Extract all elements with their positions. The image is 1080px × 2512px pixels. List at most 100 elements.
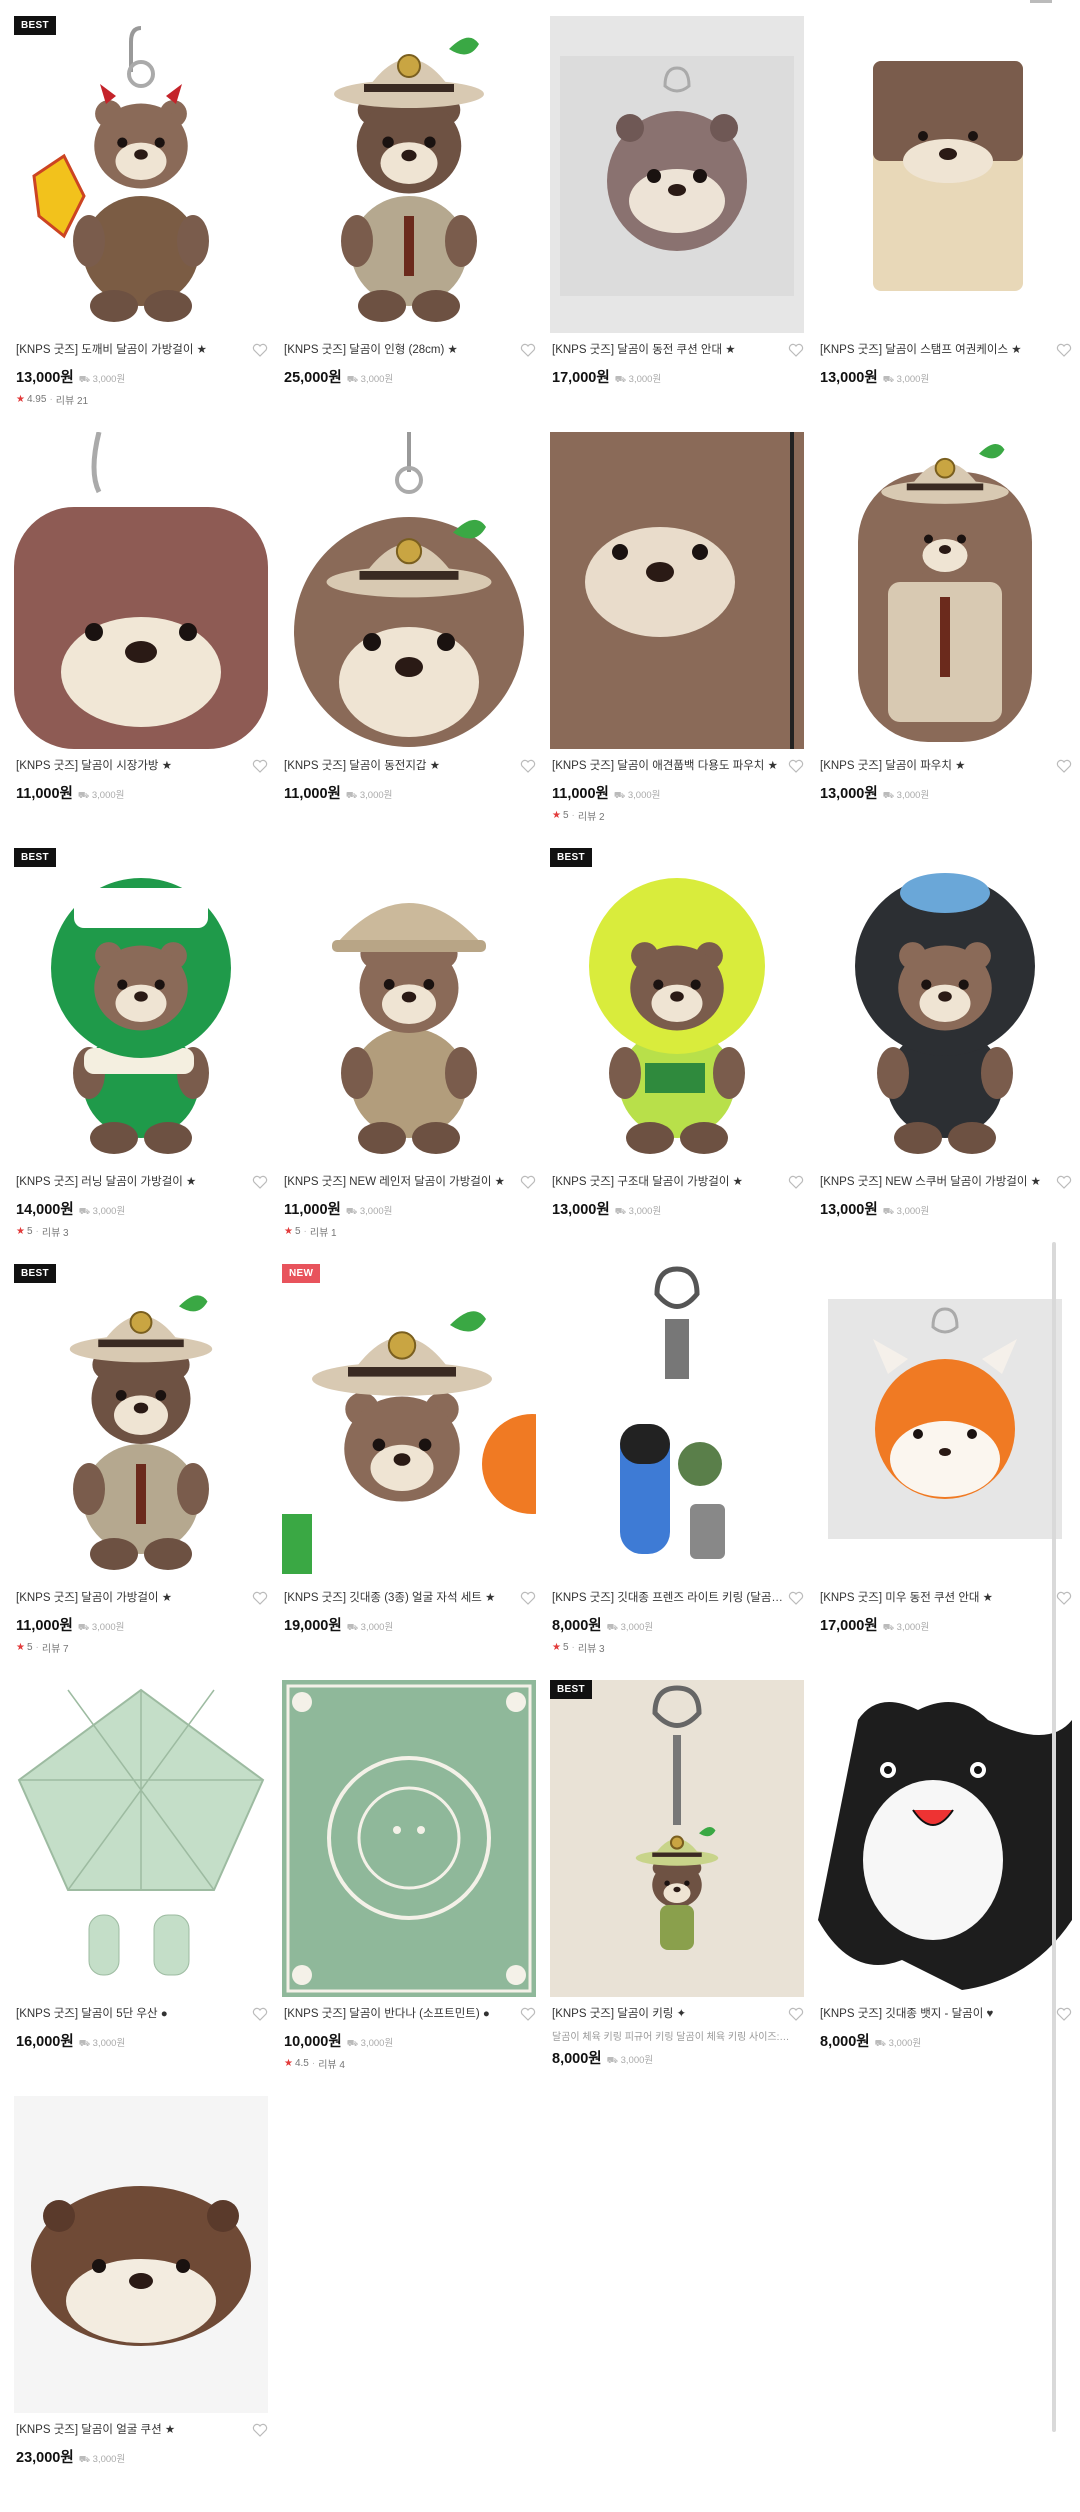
product-name[interactable]: [KNPS 굿즈] 러닝 달곰이 가방걸이 ★ xyxy=(16,1175,248,1189)
product-card[interactable]: [KNPS 굿즈] 미우 동전 쿠션 안대 ★ 17,000원 ⛟ 3,000원 xyxy=(818,1264,1072,1680)
product-name[interactable]: [KNPS 굿즈] 달곰이 스탬프 여권케이스 ★ xyxy=(820,343,1052,357)
heart-outline-icon[interactable] xyxy=(248,1591,268,1610)
heart-outline-icon[interactable] xyxy=(784,759,804,778)
product-image[interactable]: BEST xyxy=(14,848,268,1165)
product-price: 17,000원 xyxy=(552,370,610,386)
product-name[interactable]: [KNPS 굿즈] 미우 동전 쿠션 안대 ★ xyxy=(820,1591,1052,1605)
product-image[interactable]: BEST xyxy=(550,1680,804,1997)
product-badge: BEST xyxy=(550,848,592,867)
product-name[interactable]: [KNPS 굿즈] 달곰이 얼굴 쿠션 ★ xyxy=(16,2423,248,2437)
product-image[interactable] xyxy=(14,2096,268,2413)
rating-value: 5 xyxy=(562,810,569,821)
product-image[interactable] xyxy=(550,432,804,749)
product-card[interactable]: NEW [KNPS 굿즈] 깃대종 (3종) 얼굴 자석 세트 ★ 19,000… xyxy=(282,1264,536,1680)
heart-outline-icon[interactable] xyxy=(1052,759,1072,778)
product-name[interactable]: [KNPS 굿즈] 달곰이 시장가방 ★ xyxy=(16,759,248,773)
heart-outline-icon[interactable] xyxy=(784,2007,804,2026)
heart-outline-icon[interactable] xyxy=(784,343,804,362)
page-scrollbar[interactable] xyxy=(1052,1242,1056,2432)
product-name[interactable]: [KNPS 굿즈] 깃대종 뱃지 - 달곰이 ♥ xyxy=(820,2007,1052,2021)
product-name[interactable]: [KNPS 굿즈] NEW 레인저 달곰이 가방걸이 ★ xyxy=(284,1175,516,1189)
product-image[interactable]: BEST xyxy=(14,16,268,333)
product-name[interactable]: [KNPS 굿즈] 달곰이 인형 (28cm) ★ xyxy=(284,343,516,357)
product-image[interactable] xyxy=(282,16,536,333)
product-name[interactable]: [KNPS 굿즈] 달곰이 동전 쿠션 안대 ★ xyxy=(552,343,784,357)
product-name[interactable]: [KNPS 굿즈] 달곰이 반다나 (소프트민트) ● xyxy=(284,2007,516,2021)
product-image[interactable] xyxy=(282,848,536,1165)
product-name[interactable]: [KNPS 굿즈] 도깨비 달곰이 가방걸이 ★ xyxy=(16,343,248,357)
rating-value: 4.95 xyxy=(26,394,47,405)
product-price: 14,000원 xyxy=(16,1202,74,1218)
rating-separator: · xyxy=(49,394,53,405)
review-count: 리뷰 7 xyxy=(41,1644,69,1655)
product-card[interactable]: [KNPS 굿즈] NEW 레인저 달곰이 가방걸이 ★ 11,000원 ⛟ 3… xyxy=(282,848,536,1264)
product-card[interactable]: [KNPS 굿즈] 달곰이 파우치 ★ 13,000원 ⛟ 3,000원 xyxy=(818,432,1072,848)
heart-outline-icon[interactable] xyxy=(516,343,536,362)
star-filled-icon: ★ xyxy=(16,394,25,405)
heart-outline-icon[interactable] xyxy=(1052,343,1072,362)
product-card[interactable]: [KNPS 굿즈] 달곰이 스탬프 여권케이스 ★ 13,000원 ⛟ 3,00… xyxy=(818,16,1072,432)
heart-outline-icon[interactable] xyxy=(248,1175,268,1194)
product-image[interactable] xyxy=(818,432,1072,749)
product-card[interactable]: [KNPS 굿즈] 달곰이 애견풉백 다용도 파우치 ★ 11,000원 ⛟ 3… xyxy=(550,432,804,848)
product-card[interactable]: [KNPS 굿즈] 달곰이 인형 (28cm) ★ 25,000원 ⛟ 3,00… xyxy=(282,16,536,432)
product-image[interactable] xyxy=(550,16,804,333)
truck-icon: ⛟ xyxy=(77,790,90,800)
shipping-fee: ⛟ 3,000원 xyxy=(346,1622,394,1633)
review-count: 리뷰 2 xyxy=(577,812,605,823)
product-card[interactable]: [KNPS 굿즈] 달곰이 시장가방 ★ 11,000원 ⛟ 3,000원 xyxy=(14,432,268,848)
product-name[interactable]: [KNPS 굿즈] 달곰이 가방걸이 ★ xyxy=(16,1591,248,1605)
product-image[interactable]: NEW xyxy=(282,1264,536,1581)
heart-outline-icon[interactable] xyxy=(784,1175,804,1194)
heart-outline-icon[interactable] xyxy=(516,1175,536,1194)
product-price: 8,000원 xyxy=(552,2051,602,2067)
product-image[interactable] xyxy=(14,432,268,749)
product-image[interactable] xyxy=(14,1680,268,1997)
product-card[interactable]: [KNPS 굿즈] 달곰이 동전지갑 ★ 11,000원 ⛟ 3,000원 xyxy=(282,432,536,848)
truck-icon: ⛟ xyxy=(614,1206,627,1216)
heart-outline-icon[interactable] xyxy=(516,1591,536,1610)
product-price: 13,000원 xyxy=(552,1202,610,1218)
product-card[interactable]: [KNPS 굿즈] 달곰이 반다나 (소프트민트) ● 10,000원 ⛟ 3,… xyxy=(282,1680,536,2096)
product-card[interactable]: [KNPS 굿즈] 달곰이 동전 쿠션 안대 ★ 17,000원 ⛟ 3,000… xyxy=(550,16,804,432)
product-name[interactable]: [KNPS 굿즈] 달곰이 5단 우산 ● xyxy=(16,2007,248,2021)
product-image[interactable] xyxy=(282,1680,536,1997)
product-name[interactable]: [KNPS 굿즈] 달곰이 파우치 ★ xyxy=(820,759,1052,773)
product-name[interactable]: [KNPS 굿즈] 달곰이 키링 ✦ xyxy=(552,2007,784,2021)
heart-outline-icon[interactable] xyxy=(784,1591,804,1610)
product-card[interactable]: [KNPS 굿즈] NEW 스쿠버 달곰이 가방걸이 ★ 13,000원 ⛟ 3… xyxy=(818,848,1072,1264)
product-card[interactable]: BEST [KNPS 굿즈] 도깨비 달곰이 가방걸이 ★ 13,000원 ⛟ … xyxy=(14,16,268,432)
product-image[interactable] xyxy=(550,1264,804,1581)
product-name[interactable]: [KNPS 굿즈] 구조대 달곰이 가방걸이 ★ xyxy=(552,1175,784,1189)
heart-outline-icon[interactable] xyxy=(248,2423,268,2442)
heart-outline-icon[interactable] xyxy=(248,759,268,778)
product-rating: ★ 5 · 리뷰 7 xyxy=(14,1640,268,1655)
product-name[interactable]: [KNPS 굿즈] NEW 스쿠버 달곰이 가방걸이 ★ xyxy=(820,1175,1052,1189)
product-card[interactable]: BEST [KNPS 굿즈] 달곰이 키링 ✦ 달곰이 체육 키링 피규어 키링… xyxy=(550,1680,804,2096)
product-card[interactable]: [KNPS 굿즈] 달곰이 얼굴 쿠션 ★ 23,000원 ⛟ 3,000원 xyxy=(14,2096,268,2512)
heart-outline-icon[interactable] xyxy=(516,759,536,778)
heart-outline-icon[interactable] xyxy=(516,2007,536,2026)
product-name[interactable]: [KNPS 굿즈] 달곰이 애견풉백 다용도 파우치 ★ xyxy=(552,759,784,773)
product-name[interactable]: [KNPS 굿즈] 깃대종 (3종) 얼굴 자석 세트 ★ xyxy=(284,1591,516,1605)
product-image[interactable]: BEST xyxy=(14,1264,268,1581)
product-image[interactable] xyxy=(818,16,1072,333)
product-image[interactable] xyxy=(818,1264,1072,1581)
shipping-fee: ⛟ 3,000원 xyxy=(78,2454,126,2465)
product-image[interactable] xyxy=(282,432,536,749)
product-card[interactable]: BEST [KNPS 굿즈] 달곰이 가방걸이 ★ 11,000원 ⛟ 3,00… xyxy=(14,1264,268,1680)
heart-outline-icon[interactable] xyxy=(1052,1175,1072,1194)
product-image[interactable]: BEST xyxy=(550,848,804,1165)
product-image[interactable] xyxy=(818,1680,1072,1997)
product-card[interactable]: [KNPS 굿즈] 달곰이 5단 우산 ● 16,000원 ⛟ 3,000원 xyxy=(14,1680,268,2096)
review-count: 리뷰 4 xyxy=(318,2060,345,2071)
product-card[interactable]: BEST [KNPS 굿즈] 구조대 달곰이 가방걸이 ★ 13,000원 ⛟ … xyxy=(550,848,804,1264)
product-image[interactable] xyxy=(818,848,1072,1165)
product-card[interactable]: [KNPS 굿즈] 깃대종 프렌즈 라이트 키링 (달곰이) ● 8,000원 … xyxy=(550,1264,804,1680)
heart-outline-icon[interactable] xyxy=(248,343,268,362)
product-name[interactable]: [KNPS 굿즈] 달곰이 동전지갑 ★ xyxy=(284,759,516,773)
product-card[interactable]: BEST [KNPS 굿즈] 러닝 달곰이 가방걸이 ★ 14,000원 ⛟ 3… xyxy=(14,848,268,1264)
heart-outline-icon[interactable] xyxy=(248,2007,268,2026)
product-card[interactable]: [KNPS 굿즈] 깃대종 뱃지 - 달곰이 ♥ 8,000원 ⛟ 3,000원 xyxy=(818,1680,1072,2096)
product-name[interactable]: [KNPS 굿즈] 깃대종 프렌즈 라이트 키링 (달곰이) ● xyxy=(552,1591,784,1605)
